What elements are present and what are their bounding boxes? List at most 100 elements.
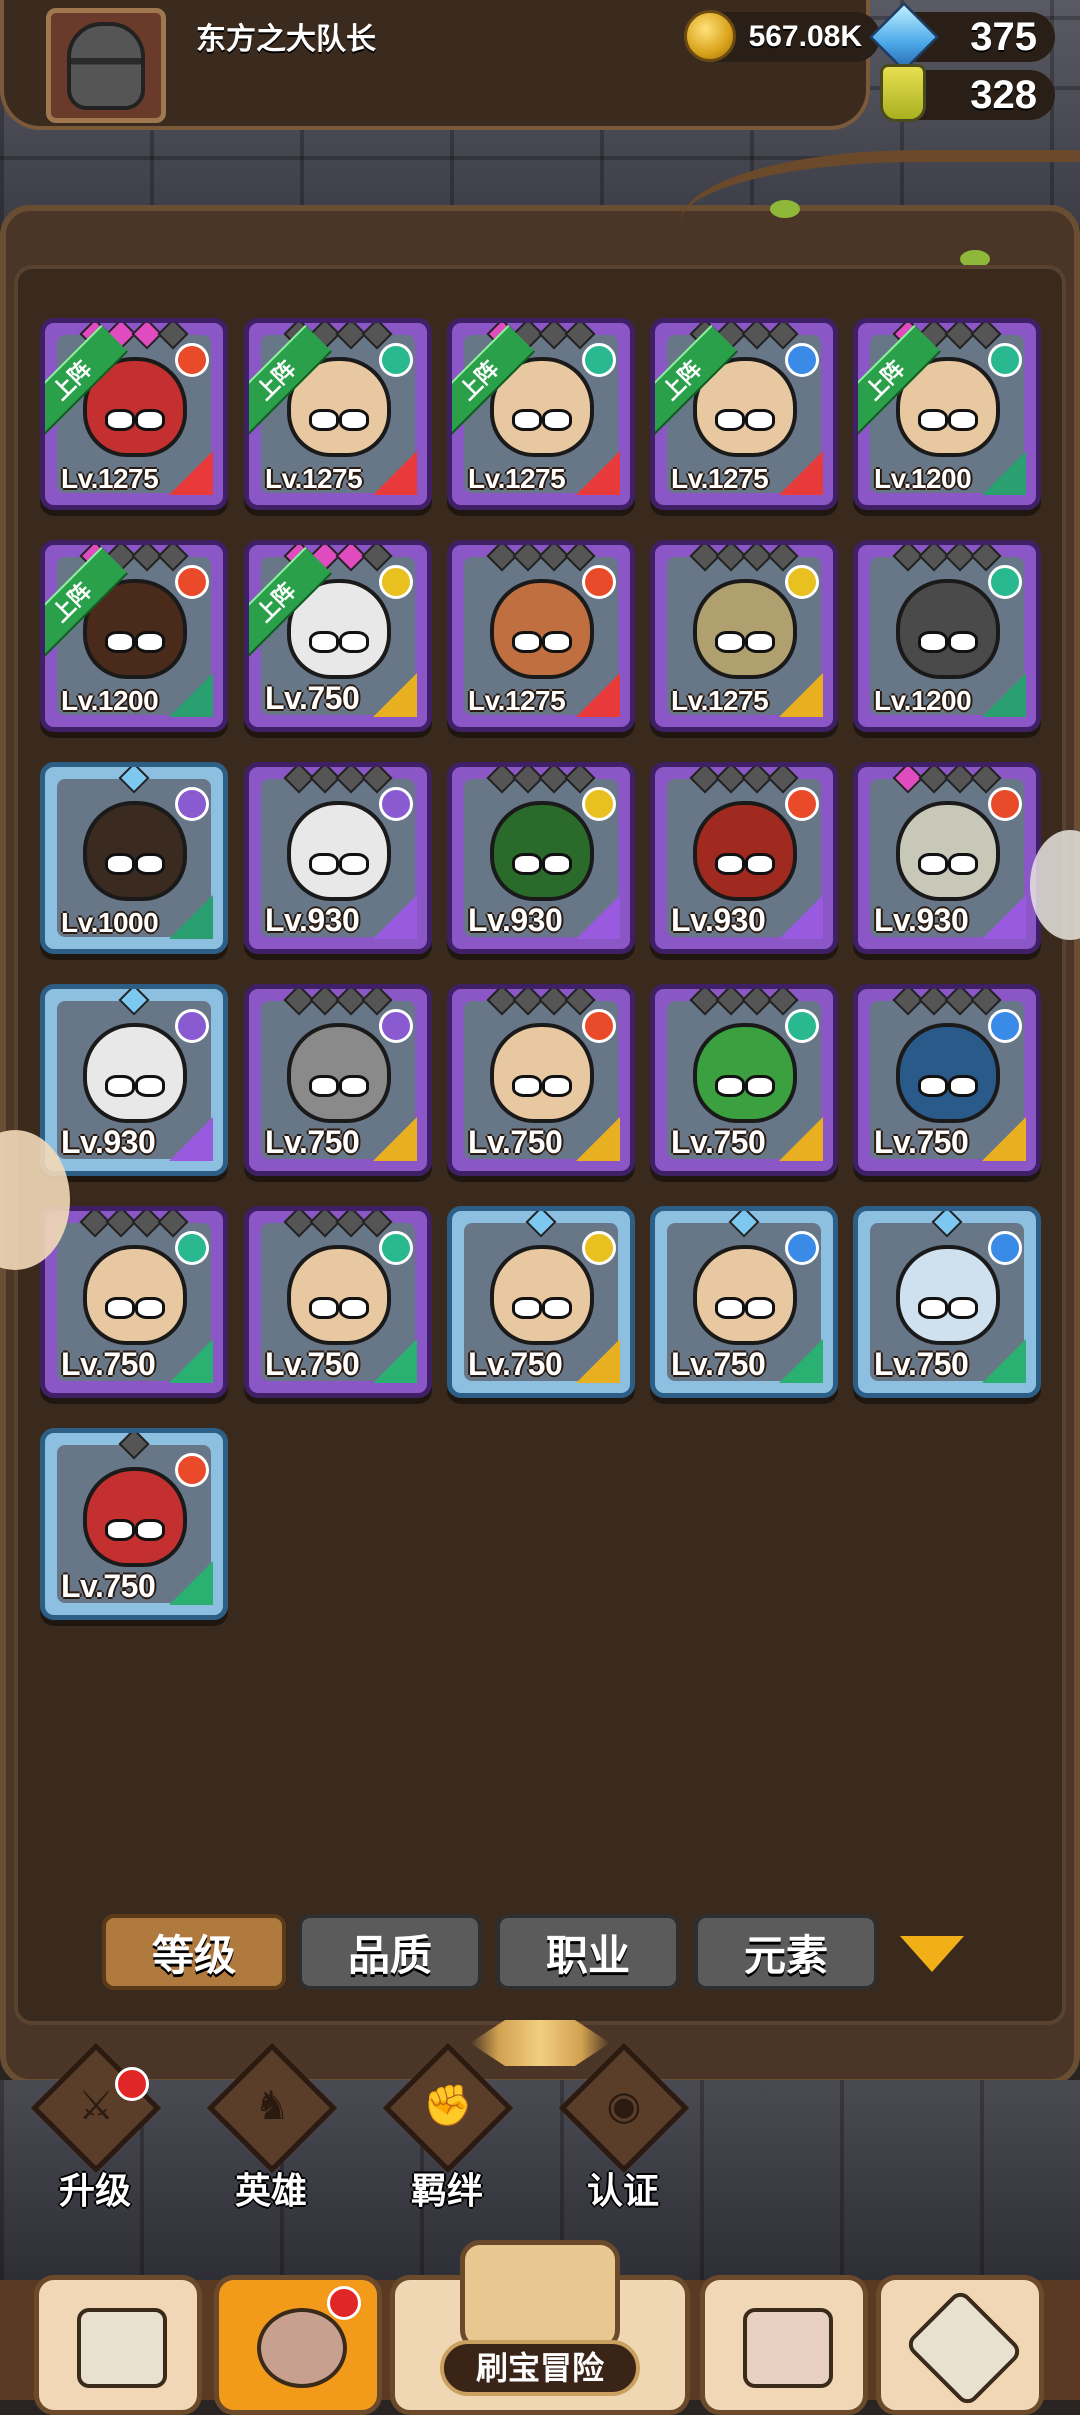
hero-level: Lv.930 <box>468 902 563 938</box>
hero-card[interactable]: Lv.930 <box>244 762 432 954</box>
water-element-icon <box>785 1231 819 1265</box>
fire-element-icon <box>175 343 209 377</box>
hero-portrait <box>896 1023 1000 1123</box>
star-rating <box>655 1211 833 1238</box>
light-element-icon <box>582 787 616 821</box>
hero-card[interactable]: Lv.930 <box>447 762 635 954</box>
hero-card[interactable]: Lv.1000 <box>40 762 228 954</box>
hero-card[interactable]: Lv.1200 上阵 <box>853 318 1041 510</box>
bottom-nav-bag[interactable] <box>700 2275 868 2415</box>
hero-level: Lv.930 <box>671 902 766 938</box>
hero-portrait <box>83 801 187 901</box>
hero-card[interactable]: Lv.750 <box>40 1428 228 1620</box>
map-scroll-icon <box>460 2240 620 2350</box>
hero-level: Lv.1275 <box>265 463 363 494</box>
hero-card[interactable]: Lv.1275 上阵 <box>650 318 838 510</box>
sword-icon: ⚔ <box>78 2084 114 2128</box>
fire-element-icon <box>785 787 819 821</box>
hero-card[interactable]: Lv.930 <box>40 984 228 1176</box>
hero-card[interactable]: Lv.750 <box>853 984 1041 1176</box>
star-rating <box>858 1211 1036 1238</box>
hero-portrait <box>287 801 391 901</box>
hero-level: Lv.750 <box>61 1346 156 1382</box>
sort-tab-level[interactable]: 等级 <box>102 1914 286 1990</box>
hero-card[interactable]: Lv.750 <box>40 1206 228 1398</box>
hero-card[interactable]: Lv.750 <box>650 984 838 1176</box>
subnav-bonds[interactable]: ✊ 羁绊 <box>372 2042 522 2212</box>
light-element-icon <box>582 1231 616 1265</box>
hammer-icon <box>903 2287 1025 2409</box>
hero-card[interactable]: Lv.1275 上阵 <box>244 318 432 510</box>
hero-portrait <box>693 1245 797 1345</box>
hero-card[interactable]: Lv.1275 上阵 <box>447 318 635 510</box>
star-rating <box>249 767 427 794</box>
sort-tab-element[interactable]: 元素 <box>694 1914 878 1990</box>
hero-card[interactable]: Lv.750 <box>447 1206 635 1398</box>
hero-level: Lv.1275 <box>671 685 769 716</box>
dark-element-icon <box>175 1009 209 1043</box>
shop-icon <box>77 2308 167 2388</box>
hero-card[interactable]: Lv.1275 <box>650 540 838 732</box>
hero-card[interactable]: Lv.1275 <box>447 540 635 732</box>
dark-element-icon <box>175 787 209 821</box>
water-element-icon <box>988 1009 1022 1043</box>
fire-element-icon <box>582 1009 616 1043</box>
sort-tab-quality[interactable]: 品质 <box>298 1914 482 1990</box>
hero-level: Lv.1200 <box>874 463 972 494</box>
notification-dot <box>327 2286 361 2320</box>
hero-portrait <box>490 1245 594 1345</box>
hero-portrait-icon <box>257 2308 347 2388</box>
bottom-nav-forge[interactable] <box>876 2275 1044 2415</box>
wind-element-icon <box>175 1231 209 1265</box>
bottom-nav-adventure[interactable]: 刷宝冒险 <box>430 2240 650 2400</box>
subnav-label: 英雄 <box>234 2170 307 2211</box>
star-rating <box>858 323 1036 350</box>
wind-element-icon <box>988 565 1022 599</box>
potion-amount: 328 <box>970 72 1037 117</box>
gold-amount: 567.08K <box>748 20 862 53</box>
hero-level: Lv.750 <box>671 1346 766 1382</box>
hero-card[interactable]: Lv.750 <box>447 984 635 1176</box>
star-rating <box>858 767 1036 794</box>
star-rating <box>452 767 630 794</box>
subnav-heroes[interactable]: ♞ 英雄 <box>196 2042 346 2212</box>
hero-level: Lv.1275 <box>61 463 159 494</box>
subnav-upgrade[interactable]: ⚔ 升级 <box>20 2042 170 2212</box>
hero-card[interactable]: Lv.1200 <box>853 540 1041 732</box>
hero-card[interactable]: Lv.750 <box>244 1206 432 1398</box>
potion-icon <box>880 64 926 122</box>
hero-card[interactable]: Lv.930 <box>853 762 1041 954</box>
fire-element-icon <box>582 565 616 599</box>
hero-portrait <box>287 1245 391 1345</box>
star-rating <box>452 323 630 350</box>
player-avatar[interactable] <box>46 8 166 123</box>
subnav-certify[interactable]: ◉ 认证 <box>548 2042 698 2212</box>
hero-card[interactable]: Lv.1275 上阵 <box>40 318 228 510</box>
fist-icon: ✊ <box>423 2084 473 2128</box>
bottom-nav-heroes[interactable] <box>214 2275 382 2415</box>
subnav-label: 羁绊 <box>410 2170 483 2211</box>
hero-level: Lv.750 <box>874 1124 969 1160</box>
hero-card[interactable]: Lv.750 <box>853 1206 1041 1398</box>
bottom-nav-shop[interactable] <box>34 2275 202 2415</box>
hero-level: Lv.750 <box>874 1346 969 1382</box>
wind-element-icon <box>582 343 616 377</box>
hero-card[interactable]: Lv.1200 上阵 <box>40 540 228 732</box>
hero-level: Lv.1275 <box>468 463 566 494</box>
light-element-icon <box>785 565 819 599</box>
hero-level: Lv.750 <box>265 1124 360 1160</box>
star-rating <box>858 989 1036 1016</box>
hero-icon: ♞ <box>254 2084 290 2128</box>
sort-order-arrow-icon[interactable] <box>900 1936 964 1972</box>
hero-card[interactable]: Lv.750 <box>244 984 432 1176</box>
sort-tab-class[interactable]: 职业 <box>496 1914 680 1990</box>
subnav-label: 认证 <box>586 2170 659 2211</box>
knight-helmet-icon <box>67 21 145 110</box>
hero-level: Lv.1200 <box>874 685 972 716</box>
hero-portrait <box>896 579 1000 679</box>
hero-level: Lv.750 <box>61 1568 156 1604</box>
hero-card[interactable]: Lv.750 <box>650 1206 838 1398</box>
hero-card[interactable]: Lv.930 <box>650 762 838 954</box>
star-rating <box>655 545 833 572</box>
hero-card[interactable]: Lv.750 上阵 <box>244 540 432 732</box>
